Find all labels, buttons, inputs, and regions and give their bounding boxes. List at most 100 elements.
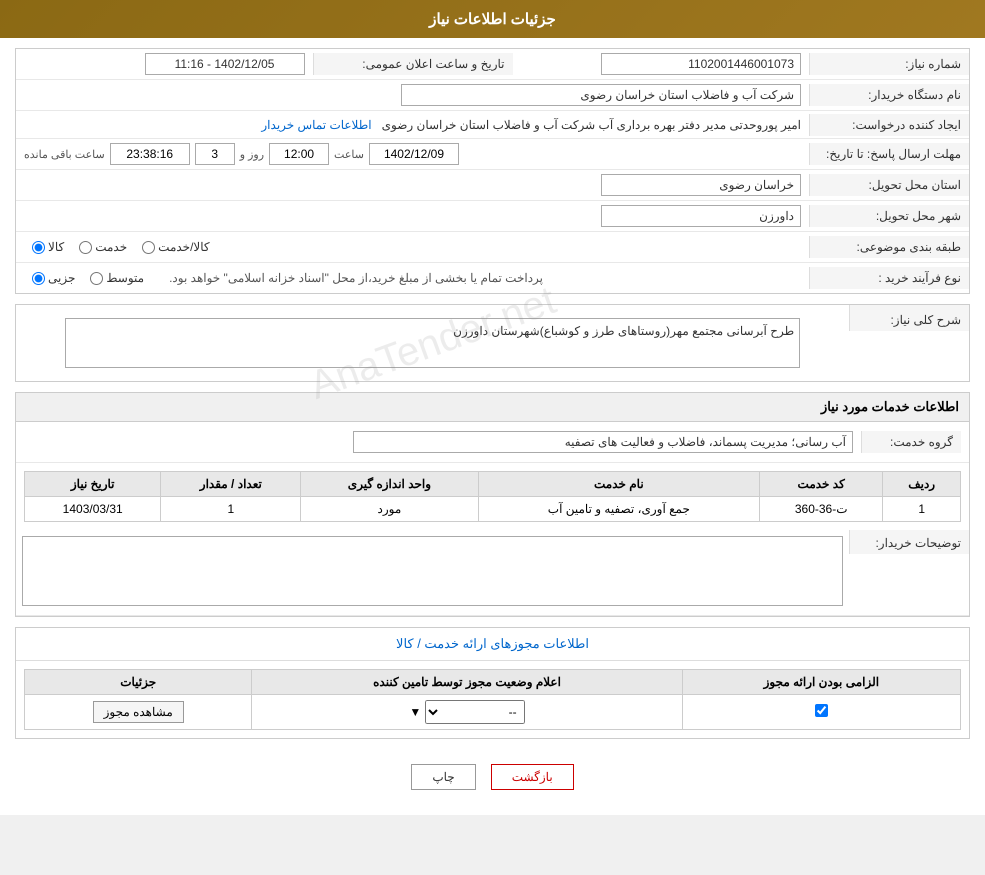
shahr-box: داورزن [601, 205, 801, 227]
grohe-value: آب رسانی؛ مدیریت پسماند، فاضلاب و فعالیت… [24, 427, 861, 457]
noeFarayand-text: پرداخت تمام یا بخشی از مبلغ خرید،از محل … [169, 271, 543, 285]
radio-kala-khadamat-input[interactable] [142, 241, 155, 254]
radio-motevaset-input[interactable] [90, 272, 103, 285]
radio-kala-input[interactable] [32, 241, 45, 254]
ijad-text: امیر پوروحدتی مدیر دفتر بهره برداری آب ش… [382, 118, 801, 132]
page-title: جزئیات اطلاعات نیاز [429, 11, 556, 28]
grohe-box: آب رسانی؛ مدیریت پسماند، فاضلاب و فعالیت… [353, 431, 853, 453]
khadamat-title: اطلاعات خدمات مورد نیاز [16, 393, 969, 422]
noeFarayand-label: نوع فرآیند خرید : [809, 267, 969, 289]
shomareNiaz-value: 1102001446001073 [513, 49, 810, 79]
bottom-buttons: بازگشت چاپ [15, 749, 970, 805]
th-permits-required: الزامی بودن ارائه مجوز [682, 670, 960, 695]
row-noeFarayand: نوع فرآیند خرید : پرداخت تمام یا بخشی از… [16, 263, 969, 293]
shomareNiaz-label: شماره نیاز: [809, 53, 969, 75]
back-button[interactable]: بازگشت [491, 764, 574, 790]
row-ostan: استان محل تحویل: خراسان رضوی [16, 170, 969, 201]
namDastgah-label: نام دستگاه خریدار: [809, 84, 969, 106]
radio-jozi-input[interactable] [32, 272, 45, 285]
th-date: تاریخ نیاز [25, 472, 161, 497]
tozihat-textarea[interactable] [22, 536, 843, 606]
ostan-value: خراسان رضوی [16, 170, 809, 200]
radio-jozi-label: جزیی [48, 271, 75, 285]
grohe-label: گروه خدمت: [861, 431, 961, 453]
permits-title: اطلاعات مجوزهای ارائه خدمت / کالا [16, 628, 969, 661]
info-section-top: شماره نیاز: 1102001446001073 تاریخ و ساع… [15, 48, 970, 294]
baqi-box: 23:38:16 [110, 143, 190, 165]
tozihat-value [16, 530, 849, 615]
sharh-watermark-area: AnaTender.net طرح آبرسانی مجتمع مهر(روست… [24, 313, 841, 373]
rooz-box: 3 [195, 143, 235, 165]
permits-required-cell [682, 695, 960, 730]
permits-status-cell: -- ▼ [252, 695, 682, 730]
khadamat-section: اطلاعات خدمات مورد نیاز گروه خدمت: آب رس… [15, 392, 970, 617]
radio-khadamat[interactable]: خدمت [79, 240, 127, 254]
ostan-label: استان محل تحویل: [809, 174, 969, 196]
sharh-value-area: AnaTender.net طرح آبرسانی مجتمع مهر(روست… [16, 305, 849, 381]
noeFarayand-radios: پرداخت تمام یا بخشی از مبلغ خرید،از محل … [24, 267, 801, 289]
radio-motevaset-label: متوسط [106, 271, 144, 285]
page-wrapper: جزئیات اطلاعات نیاز شماره نیاز: 11020014… [0, 0, 985, 815]
tozihat-label: توضیحات خریدار: [849, 530, 969, 554]
table-header-row: ردیف کد خدمت نام خدمت واحد اندازه گیری ت… [25, 472, 961, 497]
permits-detail-cell: مشاهده مجوز [25, 695, 252, 730]
saat-label: ساعت [334, 148, 364, 161]
table-row: -- ▼ مشاهده مجوز [25, 695, 961, 730]
th-count: تعداد / مقدار [161, 472, 301, 497]
th-name: نام خدمت [478, 472, 759, 497]
noeFarayand-value: پرداخت تمام یا بخشی از مبلغ خرید،از محل … [16, 263, 809, 293]
namDastgah-box: شرکت آب و فاضلاب استان خراسان رضوی [401, 84, 801, 106]
th-permits-status: اعلام وضعیت مجوز توسط تامین کننده [252, 670, 682, 695]
sharh-textarea: طرح آبرسانی مجتمع مهر(روستاهای طرز و کوش… [65, 318, 800, 368]
grohe-row: گروه خدمت: آب رسانی؛ مدیریت پسماند، فاضل… [16, 422, 969, 463]
saat-box: 12:00 [269, 143, 329, 165]
ijad-label: ایجاد کننده درخواست: [809, 114, 969, 136]
sharh-row: شرح کلی نیاز: AnaTender.net طرح آبرسانی … [16, 305, 969, 381]
print-button[interactable]: چاپ [411, 764, 475, 790]
date-time-row: 1402/12/09 ساعت 12:00 روز و 3 23:38:16 س… [16, 139, 809, 169]
tarikhe-value: 1402/12/05 - 11:16 [16, 49, 313, 79]
permits-table-wrapper: الزامی بودن ارائه مجوز اعلام وضعیت مجوز … [16, 661, 969, 738]
th-permits-detail: جزئیات [25, 670, 252, 695]
permits-status-select[interactable]: -- [425, 700, 525, 724]
th-unit: واحد اندازه گیری [301, 472, 478, 497]
services-table-wrapper: ردیف کد خدمت نام خدمت واحد اندازه گیری ت… [16, 463, 969, 530]
radio-kala-khadamat-label: کالا/خدمت [158, 240, 209, 254]
shahr-value: داورزن [16, 201, 809, 231]
permits-header-row: الزامی بودن ارائه مجوز اعلام وضعیت مجوز … [25, 670, 961, 695]
radio-kala-khadamat[interactable]: کالا/خدمت [142, 240, 209, 254]
radio-khadamat-input[interactable] [79, 241, 92, 254]
row-shahr: شهر محل تحویل: داورزن [16, 201, 969, 232]
row-tabaghe: طبقه بندی موضوعی: کالا/خدمت خدمت کالا [16, 232, 969, 263]
baqi-label: ساعت باقی مانده [24, 148, 105, 161]
services-table: ردیف کد خدمت نام خدمت واحد اندازه گیری ت… [24, 471, 961, 522]
chevron-down-icon: ▼ [409, 705, 421, 719]
page-header: جزئیات اطلاعات نیاز [0, 0, 985, 38]
tarikhe-label: تاریخ و ساعت اعلان عمومی: [313, 53, 513, 75]
view-permit-button[interactable]: مشاهده مجوز [93, 701, 184, 723]
radio-kala-label: کالا [48, 240, 64, 254]
radio-kala[interactable]: کالا [32, 240, 64, 254]
th-kod: کد خدمت [760, 472, 883, 497]
date-box: 1402/12/09 [369, 143, 459, 165]
tabaghe-label: طبقه بندی موضوعی: [809, 236, 969, 258]
radio-jozi[interactable]: جزیی [32, 271, 75, 285]
th-radif: ردیف [883, 472, 961, 497]
ostan-box: خراسان رضوی [601, 174, 801, 196]
sharh-section: شرح کلی نیاز: AnaTender.net طرح آبرسانی … [15, 304, 970, 382]
sharh-label: شرح کلی نیاز: [849, 305, 969, 331]
etelaat-link[interactable]: اطلاعات تماس خریدار [261, 118, 371, 132]
mohlat-label: مهلت ارسال پاسخ: تا تاریخ: [809, 143, 969, 165]
row-mohlat: مهلت ارسال پاسخ: تا تاریخ: 1402/12/09 سا… [16, 139, 969, 170]
namDastgah-value: شرکت آب و فاضلاب استان خراسان رضوی [16, 80, 809, 110]
ijad-value: امیر پوروحدتی مدیر دفتر بهره برداری آب ش… [16, 114, 809, 136]
permits-checkbox[interactable] [815, 704, 828, 717]
permits-table: الزامی بودن ارائه مجوز اعلام وضعیت مجوز … [24, 669, 961, 730]
tarikhe-box: 1402/12/05 - 11:16 [145, 53, 305, 75]
radio-khadamat-label: خدمت [95, 240, 127, 254]
row-namDastgah: نام دستگاه خریدار: شرکت آب و فاضلاب استا… [16, 80, 969, 111]
row-shomareNiaz: شماره نیاز: 1102001446001073 تاریخ و ساع… [16, 49, 969, 80]
radio-motevaset[interactable]: متوسط [90, 271, 144, 285]
row-ijad: ایجاد کننده درخواست: امیر پوروحدتی مدیر … [16, 111, 969, 139]
tozihat-row: توضیحات خریدار: [16, 530, 969, 616]
